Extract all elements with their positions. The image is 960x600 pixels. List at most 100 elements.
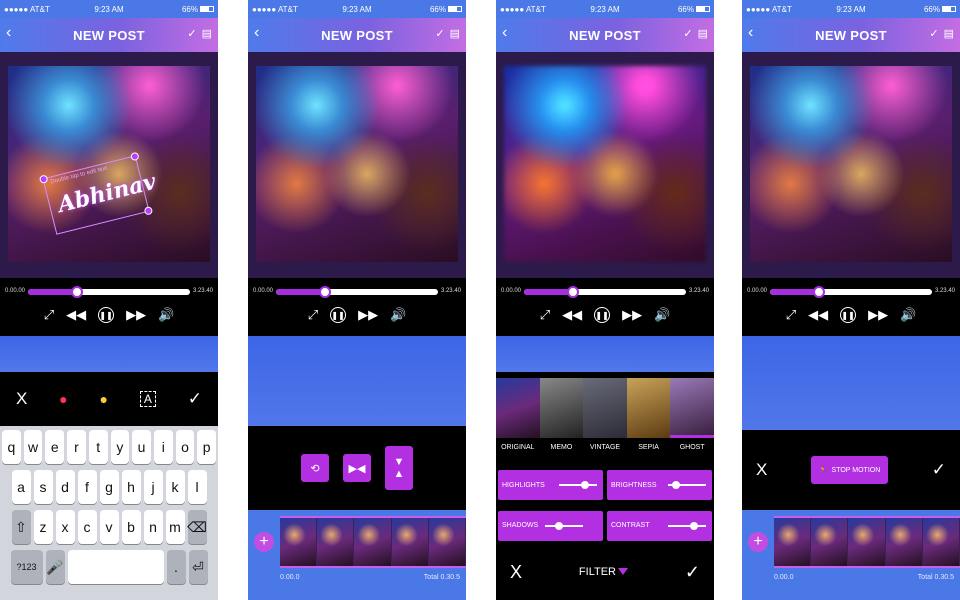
- pause-icon[interactable]: ❚❚: [840, 307, 857, 323]
- stop-motion-button[interactable]: 🏃 STOP MOTION: [810, 456, 889, 484]
- key-a[interactable]: a: [11, 470, 31, 504]
- close-button[interactable]: X: [756, 460, 767, 480]
- key-n[interactable]: n: [143, 510, 163, 544]
- timeline-frames[interactable]: [774, 516, 960, 568]
- rewind-icon[interactable]: ◀◀: [66, 307, 86, 323]
- seek-knob[interactable]: [566, 286, 579, 298]
- key-i[interactable]: i: [153, 430, 173, 464]
- shift-key[interactable]: ⇧: [11, 510, 31, 544]
- forward-icon[interactable]: ▶▶: [868, 307, 888, 323]
- fullscreen-icon[interactable]: ⤢: [540, 307, 550, 323]
- key-m[interactable]: m: [165, 510, 185, 544]
- back-button[interactable]: ‹: [6, 24, 11, 42]
- forward-icon[interactable]: ▶▶: [358, 307, 378, 323]
- pause-icon[interactable]: ❚❚: [330, 307, 347, 323]
- key-l[interactable]: l: [187, 470, 207, 504]
- done-button[interactable]: ✓: [929, 27, 938, 40]
- volume-icon[interactable]: 🔊: [158, 307, 174, 323]
- key-x[interactable]: x: [55, 510, 75, 544]
- forward-icon[interactable]: ▶▶: [126, 307, 146, 323]
- seek-knob[interactable]: [318, 286, 331, 298]
- key-g[interactable]: g: [99, 470, 119, 504]
- key-z[interactable]: z: [33, 510, 53, 544]
- numbers-key[interactable]: ?123: [10, 550, 43, 584]
- forward-icon[interactable]: ▶▶: [622, 307, 642, 323]
- key-u[interactable]: u: [132, 430, 151, 464]
- key-o[interactable]: o: [175, 430, 195, 464]
- key-w[interactable]: w: [23, 430, 43, 464]
- rotate-button[interactable]: ⟲: [301, 454, 329, 482]
- seek-bar[interactable]: [276, 286, 438, 298]
- pause-icon[interactable]: ❚❚: [98, 307, 115, 323]
- close-button[interactable]: X: [16, 389, 27, 409]
- done-button[interactable]: ✓: [683, 27, 692, 40]
- filter-label: GHOST: [679, 443, 705, 451]
- close-button[interactable]: X: [510, 562, 522, 583]
- flip-horizontal-button[interactable]: ▶◀: [343, 454, 371, 482]
- font-icon[interactable]: A: [139, 391, 156, 407]
- contrast-slider[interactable]: CONTRAST: [607, 510, 712, 541]
- key-t[interactable]: t: [88, 430, 108, 464]
- return-key[interactable]: ⏎: [188, 550, 208, 584]
- back-button[interactable]: ‹: [502, 24, 507, 42]
- period-key[interactable]: .: [166, 550, 186, 584]
- volume-icon[interactable]: 🔊: [390, 307, 406, 323]
- rewind-icon[interactable]: ◀◀: [808, 307, 828, 323]
- key-f[interactable]: f: [77, 470, 97, 504]
- filter-thumb-memo[interactable]: [539, 378, 584, 438]
- seek-knob[interactable]: [70, 286, 83, 298]
- key-p[interactable]: p: [197, 430, 217, 464]
- key-e[interactable]: e: [45, 430, 65, 464]
- draft-icon[interactable]: ▤: [202, 27, 212, 40]
- rewind-icon[interactable]: ◀◀: [562, 307, 582, 323]
- key-h[interactable]: h: [121, 470, 141, 504]
- mic-key[interactable]: 🎤: [45, 550, 65, 584]
- color-palette-icon[interactable]: ●: [59, 391, 67, 407]
- key-c[interactable]: c: [77, 510, 97, 544]
- fullscreen-icon[interactable]: ⤢: [308, 307, 318, 323]
- filter-thumb-original[interactable]: [496, 378, 540, 438]
- fullscreen-icon[interactable]: ⤢: [44, 307, 54, 323]
- filter-thumb-sepia[interactable]: [626, 378, 671, 438]
- filter-menu[interactable]: FILTER: [579, 566, 628, 578]
- add-clip-button[interactable]: +: [748, 532, 768, 552]
- back-button[interactable]: ‹: [748, 24, 753, 42]
- add-clip-button[interactable]: +: [254, 532, 274, 552]
- key-d[interactable]: d: [55, 470, 75, 504]
- draft-icon[interactable]: ▤: [944, 27, 954, 40]
- filter-thumb-ghost[interactable]: [670, 378, 714, 438]
- confirm-button[interactable]: ✓: [188, 389, 202, 409]
- space-key[interactable]: [67, 550, 164, 584]
- seek-bar[interactable]: [524, 286, 686, 298]
- seek-knob[interactable]: [812, 286, 825, 298]
- key-k[interactable]: k: [165, 470, 185, 504]
- flip-vertical-button[interactable]: ▼ ▲: [385, 446, 413, 490]
- pause-icon[interactable]: ❚❚: [594, 307, 611, 323]
- volume-icon[interactable]: 🔊: [900, 307, 916, 323]
- volume-icon[interactable]: 🔊: [654, 307, 670, 323]
- done-button[interactable]: ✓: [187, 27, 196, 40]
- confirm-button[interactable]: ✓: [685, 562, 700, 583]
- filter-thumb-vintage[interactable]: [583, 378, 627, 438]
- seek-bar[interactable]: [770, 286, 932, 298]
- key-s[interactable]: s: [33, 470, 53, 504]
- key-q[interactable]: q: [1, 430, 21, 464]
- key-y[interactable]: y: [110, 430, 130, 464]
- key-j[interactable]: j: [143, 470, 163, 504]
- timeline-frames[interactable]: [280, 516, 466, 568]
- seek-bar[interactable]: [28, 286, 190, 298]
- key-v[interactable]: v: [99, 510, 119, 544]
- emoji-icon[interactable]: ●: [100, 391, 108, 407]
- key-b[interactable]: b: [121, 510, 141, 544]
- draft-icon[interactable]: ▤: [450, 27, 460, 40]
- brightness-slider[interactable]: BRIGHTNESS: [607, 470, 712, 500]
- shadows-slider[interactable]: SHADOWS: [498, 510, 603, 541]
- delete-key[interactable]: ⌫: [187, 510, 207, 544]
- confirm-button[interactable]: ✓: [932, 460, 946, 480]
- draft-icon[interactable]: ▤: [698, 27, 708, 40]
- key-r[interactable]: r: [67, 430, 86, 464]
- fullscreen-icon[interactable]: ⤢: [786, 307, 796, 323]
- back-button[interactable]: ‹: [254, 24, 259, 42]
- highlights-slider[interactable]: HIGHLIGHTS: [498, 470, 603, 500]
- done-button[interactable]: ✓: [435, 27, 444, 40]
